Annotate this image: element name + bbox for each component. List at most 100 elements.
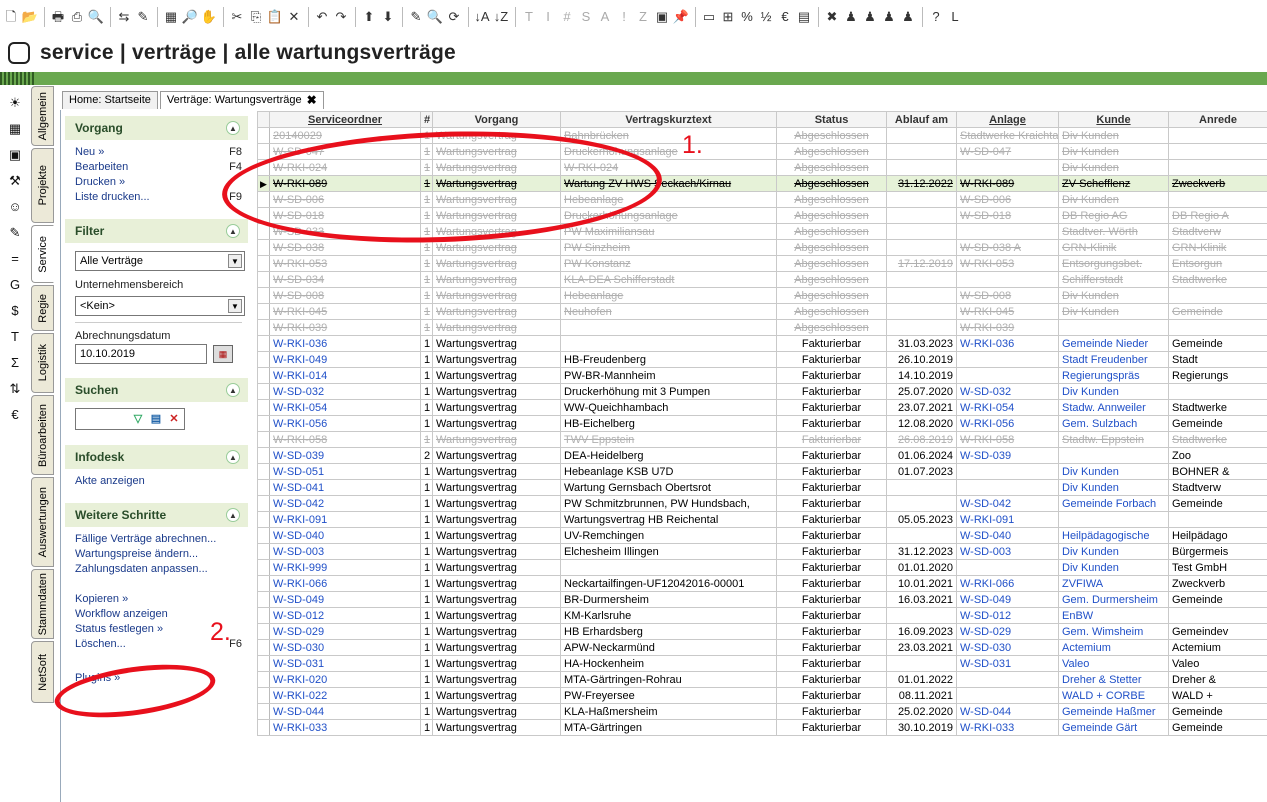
section-header-suchen[interactable]: Suchen ▲: [65, 378, 248, 402]
action-item[interactable]: Fällige Verträge abrechnen...: [75, 532, 242, 547]
t-icon[interactable]: T: [0, 324, 30, 350]
collapse-icon[interactable]: ▲: [226, 383, 240, 397]
filter-clear-icon[interactable]: ✕: [166, 411, 182, 427]
field-icon[interactable]: ▭: [700, 6, 718, 28]
figure4-icon[interactable]: ♟: [899, 6, 917, 28]
copy-icon[interactable]: ⎘: [247, 6, 265, 28]
excel-icon[interactable]: ✖: [823, 6, 841, 28]
print-icon[interactable]: 🖶: [49, 6, 67, 28]
filter-clear-icon[interactable]: ✎: [134, 6, 152, 28]
column-header[interactable]: Anlage: [956, 111, 1059, 128]
image-icon[interactable]: ▣: [653, 6, 671, 28]
s-icon[interactable]: S: [577, 6, 595, 28]
arrows-icon[interactable]: ⇅: [0, 376, 30, 402]
table-row[interactable]: W-RKI-039 1 Wartungsvertrag Abgeschlossen W-…: [257, 319, 1267, 336]
figure2-icon[interactable]: ♟: [861, 6, 879, 28]
table-row[interactable]: W-SD-030 1 Wartungsvertrag APW-Neckarmünd Fa…: [257, 639, 1267, 656]
table-row[interactable]: W-SD-012 1 Wartungsvertrag KM-Karlsruhe Fakt…: [257, 607, 1267, 624]
table-row[interactable]: W-SD-044 1 Wartungsvertrag KLA-Haßmersheim F…: [257, 703, 1267, 720]
akte-anzeigen-link[interactable]: Akte anzeigen: [75, 474, 242, 489]
table-row[interactable]: W-SD-041 1 Wartungsvertrag Wartung Gernsbac…: [257, 479, 1267, 496]
new-document-icon[interactable]: 🗋: [2, 6, 20, 28]
transfer-icon[interactable]: ⇆: [115, 6, 133, 28]
grid-icon[interactable]: ▦: [162, 6, 180, 28]
action-item[interactable]: Kopieren »: [75, 592, 242, 607]
table-row[interactable]: W-SD-029 1 Wartungsvertrag HB Erhardsberg Fa…: [257, 623, 1267, 640]
collapse-icon[interactable]: ▲: [226, 508, 240, 522]
search-doc-icon[interactable]: 🔎: [181, 6, 199, 28]
column-header[interactable]: Kunde: [1058, 111, 1169, 128]
t-icon[interactable]: T: [520, 6, 538, 28]
print-setup-icon[interactable]: ⎙: [68, 6, 86, 28]
filter-add-icon[interactable]: ▤: [148, 411, 164, 427]
vtab-regie[interactable]: Regie: [31, 285, 54, 331]
pin-icon[interactable]: 📌: [672, 6, 690, 28]
table-row[interactable]: W-SD-049 1 Wartungsvertrag BR-Durmersheim Fa…: [257, 591, 1267, 608]
table-row[interactable]: W-SD-008 1 Wartungsvertrag Hebeanlage Abgesc…: [257, 287, 1267, 304]
#-icon[interactable]: #: [558, 6, 576, 28]
grid2-icon[interactable]: ▤: [795, 6, 813, 28]
equals-icon[interactable]: =: [0, 246, 30, 272]
calendar-icon[interactable]: ▦: [213, 345, 233, 363]
vtab-logistik[interactable]: Logistik: [31, 333, 54, 393]
column-header[interactable]: #: [420, 111, 433, 128]
print-preview-icon[interactable]: 🔍: [87, 6, 105, 28]
hand-icon[interactable]: ✋: [200, 6, 218, 28]
column-header[interactable]: Ablauf am: [886, 111, 957, 128]
section-header-infodesk[interactable]: Infodesk ▲: [65, 445, 248, 469]
column-header[interactable]: Vorgang: [432, 111, 561, 128]
collapse-icon[interactable]: ▲: [226, 224, 240, 238]
search-input[interactable]: ▽ ▤ ✕: [75, 408, 185, 430]
refresh-icon[interactable]: ⟳: [445, 6, 463, 28]
table-row[interactable]: W-SD-042 1 Wartungsvertrag PW Schmitzbrunne…: [257, 495, 1267, 512]
chevron-down-icon[interactable]: ▼: [228, 254, 242, 268]
currency-icon[interactable]: €: [776, 6, 794, 28]
vtab-stammdaten[interactable]: Stammdaten: [31, 569, 54, 639]
table-row[interactable]: W-RKI-056 1 Wartungsvertrag HB-Eichelberg Fa…: [257, 415, 1267, 432]
column-header[interactable]: Anrede: [1168, 111, 1267, 128]
vtab-service[interactable]: Service: [31, 225, 54, 283]
table-row[interactable]: W-SD-039 2 Wartungsvertrag DEA-Heidelberg Fa…: [257, 447, 1267, 464]
column-header[interactable]: Vertragskurztext: [560, 111, 777, 128]
table-row[interactable]: W-RKI-054 1 Wartungsvertrag WW-Queichhambac…: [257, 399, 1267, 416]
table-row[interactable]: W-RKI-049 1 Wartungsvertrag HB-Freudenberg F…: [257, 351, 1267, 368]
smile-icon[interactable]: ☺: [0, 194, 30, 220]
figure3-icon[interactable]: ♟: [880, 6, 898, 28]
delete-icon[interactable]: ✕: [285, 6, 303, 28]
table-row[interactable]: W-RKI-022 1 Wartungsvertrag PW-Freyersee Fak…: [257, 687, 1267, 704]
figure1-icon[interactable]: ♟: [842, 6, 860, 28]
section-header-weitere[interactable]: Weitere Schritte ▲: [65, 503, 248, 527]
table-row[interactable]: W-RKI-045 1 Wartungsvertrag Neuhofen Abgesch…: [257, 303, 1267, 320]
table-row[interactable]: W-RKI-058 1 Wartungsvertrag TWV Eppstein Fak…: [257, 431, 1267, 448]
table-row[interactable]: W-SD-034 1 Wartungsvertrag KLA-DEA Schiffer…: [257, 271, 1267, 288]
chevron-down-icon[interactable]: ▼: [228, 299, 242, 313]
vtab-allgemein[interactable]: Allgemein: [31, 86, 54, 146]
vtab-projekte[interactable]: Projekte: [31, 148, 54, 223]
paste-icon[interactable]: 📋: [266, 6, 284, 28]
table-row[interactable]: W-SD-003 1 Wartungsvertrag Elchesheim Illin…: [257, 543, 1267, 560]
tab-vertraege[interactable]: Verträge: Wartungsverträge ✖: [159, 91, 324, 109]
sun-icon[interactable]: ☀: [0, 90, 30, 116]
plus-doc-icon[interactable]: ⊞: [719, 6, 737, 28]
grid-icon[interactable]: ▦: [0, 116, 30, 142]
g-icon[interactable]: G: [0, 272, 30, 298]
vtab-auswertungen[interactable]: Auswertungen: [31, 477, 54, 567]
action-item[interactable]: Liste drucken... F9: [75, 190, 242, 205]
z-icon[interactable]: Z: [634, 6, 652, 28]
dollar-icon[interactable]: $: [0, 298, 30, 324]
edit-icon[interactable]: ✎: [407, 6, 425, 28]
pen-icon[interactable]: ✎: [0, 220, 30, 246]
table-row[interactable]: W-RKI-036 1 Wartungsvertrag Fakturierbar 31.…: [257, 335, 1267, 352]
table-row[interactable]: W-SD-032 1 Wartungsvertrag Druckerhöhung mi…: [257, 383, 1267, 400]
help-icon[interactable]: ?: [927, 6, 945, 28]
percent-icon[interactable]: %: [738, 6, 756, 28]
table-row[interactable]: W-RKI-053 1 Wartungsvertrag PW Konstanz Abge…: [257, 255, 1267, 272]
action-item[interactable]: Zahlungsdaten anpassen...: [75, 562, 242, 577]
close-icon[interactable]: ✖: [307, 92, 317, 109]
table-row[interactable]: W-RKI-999 1 Wartungsvertrag Fakturierbar 01.…: [257, 559, 1267, 576]
vtab-büroarbeiten[interactable]: Büroarbeiten: [31, 395, 54, 475]
action-item[interactable]: Wartungspreise ändern...: [75, 547, 242, 562]
hammer-icon[interactable]: ⚒: [0, 168, 30, 194]
column-header[interactable]: Status: [776, 111, 887, 128]
arrow-down-icon[interactable]: ⬇: [379, 6, 397, 28]
